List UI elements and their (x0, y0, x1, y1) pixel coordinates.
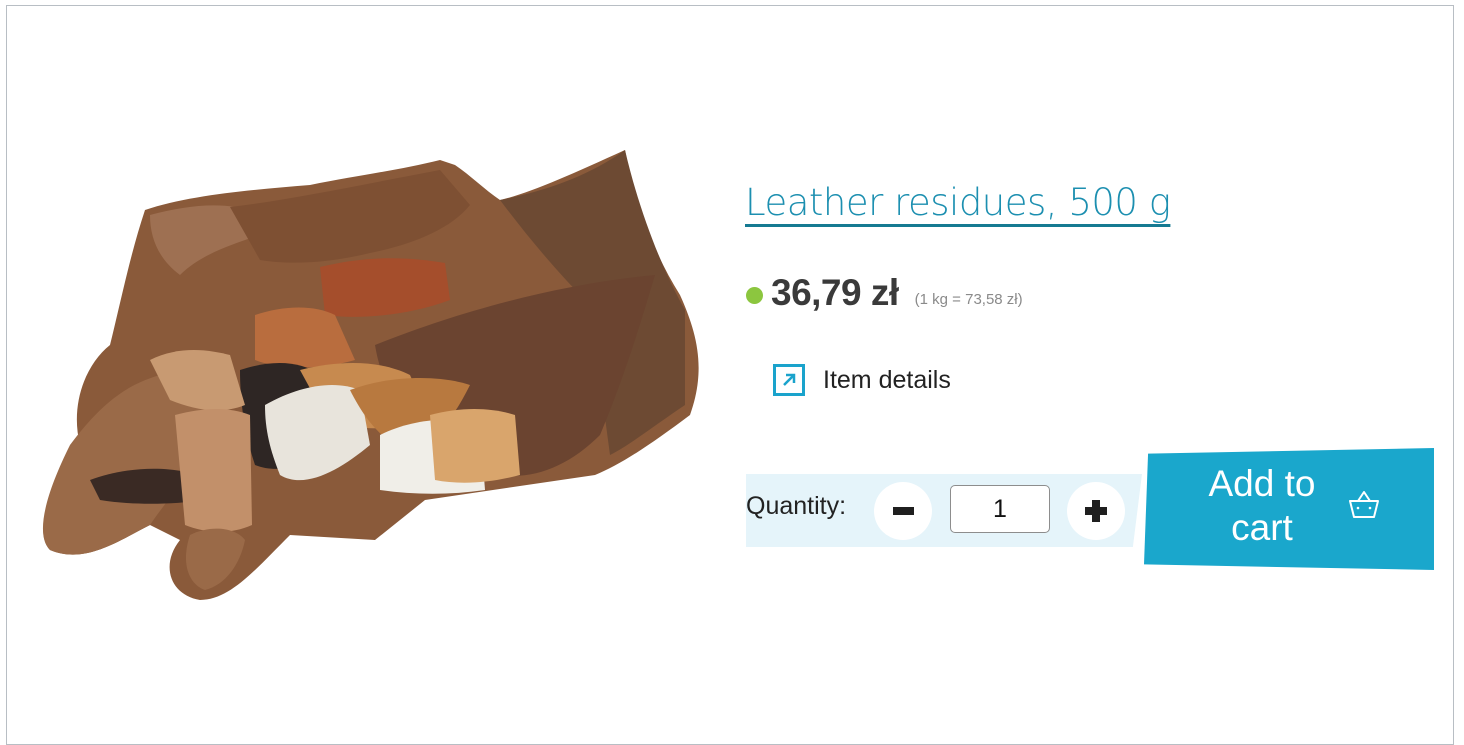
quantity-input[interactable] (950, 485, 1050, 533)
minus-icon (892, 507, 914, 515)
external-arrow-icon (773, 364, 805, 396)
item-details-link[interactable]: Item details (773, 362, 951, 398)
quantity-label: Quantity: (746, 492, 847, 520)
product-title[interactable]: Leather residues, 500 g (745, 178, 1171, 228)
plus-icon (1085, 500, 1107, 522)
decrease-quantity-button[interactable] (874, 482, 932, 540)
item-details-label: Item details (823, 365, 951, 394)
price-row: 36,79 zł (1 kg = 73,58 zł) (746, 268, 1023, 318)
increase-quantity-button[interactable] (1067, 482, 1125, 540)
add-to-cart-button[interactable]: Add to cart (1144, 448, 1434, 570)
price: 36,79 zł (771, 272, 899, 313)
product-image[interactable] (30, 145, 710, 615)
basket-icon (1349, 491, 1379, 518)
unit-price: (1 kg = 73,58 zł) (914, 290, 1023, 308)
availability-dot-icon (746, 286, 763, 304)
add-to-cart-label: Add to cart (1208, 463, 1316, 548)
